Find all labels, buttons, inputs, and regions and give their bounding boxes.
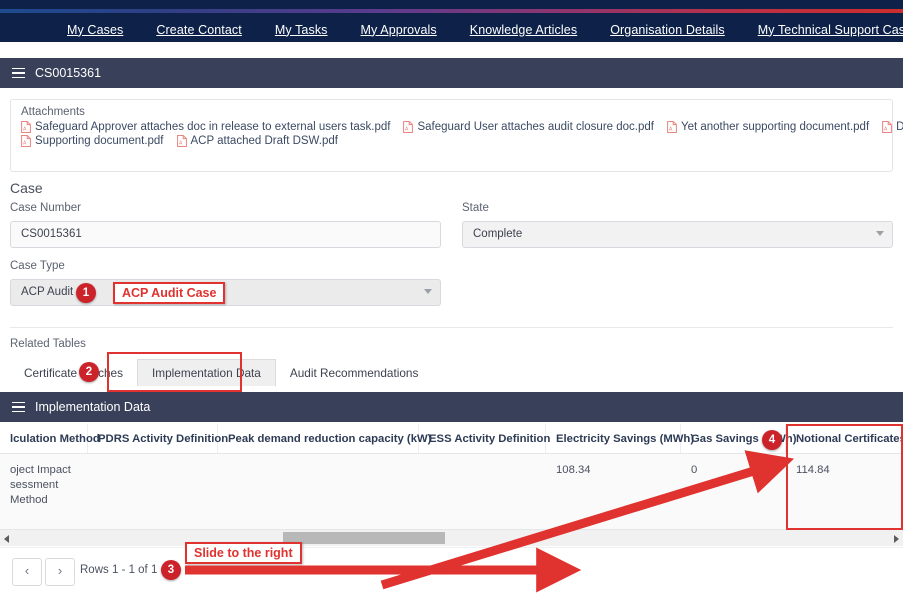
nav-link-my-cases[interactable]: My Cases bbox=[67, 23, 123, 37]
cell-electricity-savings: 108.34 bbox=[556, 464, 591, 476]
annotation-callout-slide: Slide to the right bbox=[185, 542, 302, 564]
chevron-left-icon: ‹ bbox=[24, 563, 30, 578]
next-page-button[interactable]: › bbox=[45, 558, 75, 586]
case-type-label: Case Type bbox=[10, 260, 65, 272]
annotation-badge-4: 4 bbox=[762, 430, 782, 450]
attachment-name: ACP attached Draft DSW.pdf bbox=[190, 135, 338, 147]
attachments-row-2: A Supporting document.pdf A ACP attached… bbox=[21, 135, 882, 147]
attachment-link[interactable]: A Safeguard Approver attaches doc in rel… bbox=[21, 121, 390, 133]
scrollbar-thumb[interactable] bbox=[283, 532, 445, 544]
attachment-name: Yet another supporting document.pdf bbox=[680, 121, 870, 133]
cell-gas-savings: 0 bbox=[691, 464, 698, 476]
chevron-right-icon: › bbox=[57, 563, 63, 578]
hamburger-icon[interactable] bbox=[12, 67, 25, 79]
record-header-bar: CS0015361 bbox=[0, 58, 903, 88]
nav-link-my-approvals[interactable]: My Approvals bbox=[361, 23, 437, 37]
column-header-notional-certificates[interactable]: Notional Certificates bbox=[786, 424, 903, 453]
state-value: Complete bbox=[473, 228, 523, 240]
tab-certificate-batches[interactable]: Certificate Batches bbox=[10, 360, 137, 386]
chevron-down-icon bbox=[876, 231, 884, 236]
implementation-data-header-bar: Implementation Data bbox=[0, 392, 903, 422]
rows-count-label: Rows 1 - 1 of 1 bbox=[80, 564, 158, 576]
attachments-panel: Attachments A Safeguard Approver attache… bbox=[10, 99, 903, 172]
cell-peak-demand-reduction-capacity bbox=[218, 454, 419, 529]
pdf-file-icon: A bbox=[176, 135, 187, 147]
case-type-select[interactable]: ACP Audit bbox=[10, 279, 441, 306]
nav-link-organisation-details[interactable]: Organisation Details bbox=[610, 23, 725, 37]
hamburger-icon[interactable] bbox=[12, 401, 25, 413]
column-header-electricity-savings[interactable]: Electricity Savings (MWh) bbox=[546, 424, 694, 453]
state-select[interactable]: Complete bbox=[462, 221, 893, 248]
cell-calculation-method: oject Impact sessment Method bbox=[10, 464, 71, 506]
column-header-calculation-method[interactable]: lculation Method bbox=[0, 424, 100, 453]
pdf-file-icon: A bbox=[21, 135, 31, 147]
pdf-file-icon: A bbox=[403, 121, 414, 133]
cell-ess-activity-definition bbox=[419, 454, 546, 529]
annotation-callout-case-type: ACP Audit Case bbox=[113, 282, 226, 304]
case-number-input[interactable]: CS0015361 bbox=[10, 221, 441, 248]
horizontal-scrollbar[interactable] bbox=[0, 529, 903, 546]
related-tables-tabs: Certificate Batches Implementation Data … bbox=[10, 359, 433, 386]
cell-notional-certificates: 114.84 bbox=[796, 464, 830, 476]
nav-link-create-contact[interactable]: Create Contact bbox=[156, 23, 241, 37]
column-header-ess-activity-definition[interactable]: ESS Activity Definition bbox=[419, 424, 550, 453]
attachment-link[interactable]: A Deed Poll.pdf bbox=[882, 121, 903, 133]
tab-audit-recommendations[interactable]: Audit Recommendations bbox=[276, 360, 433, 386]
page-title: Case bbox=[10, 180, 43, 196]
scroll-left-arrow-icon[interactable] bbox=[4, 535, 9, 543]
attachment-link[interactable]: A Yet another supporting document.pdf bbox=[667, 121, 869, 133]
column-header-peak-demand-reduction-capacity[interactable]: Peak demand reduction capacity (kW) bbox=[218, 424, 431, 453]
column-header-pdrs-activity-definition[interactable]: PDRS Activity Definition bbox=[88, 424, 228, 453]
attachments-row-1: A Safeguard Approver attaches doc in rel… bbox=[21, 121, 903, 133]
annotation-badge-1: 1 bbox=[76, 283, 96, 303]
attachment-name: Deed Poll.pdf bbox=[896, 121, 903, 133]
cell-pdrs-activity-definition bbox=[88, 454, 218, 529]
scroll-right-arrow-icon[interactable] bbox=[894, 535, 899, 543]
nav-bottom-edge bbox=[0, 42, 903, 46]
attachment-link[interactable]: A Supporting document.pdf bbox=[21, 135, 164, 147]
related-tables-label: Related Tables bbox=[10, 338, 86, 350]
attachment-name: Safeguard User attaches audit closure do… bbox=[417, 121, 654, 133]
nav-link-my-technical-support-cases[interactable]: My Technical Support Cases bbox=[758, 23, 903, 37]
annotation-badge-2: 2 bbox=[79, 362, 99, 382]
case-number-label: Case Number bbox=[10, 202, 81, 214]
nav-link-knowledge-articles[interactable]: Knowledge Articles bbox=[470, 23, 577, 37]
attachment-link[interactable]: A Safeguard User attaches audit closure … bbox=[403, 121, 654, 133]
chevron-down-icon bbox=[424, 289, 432, 294]
state-label: State bbox=[462, 202, 489, 214]
record-title: CS0015361 bbox=[35, 66, 102, 80]
top-navigation-bar: My Cases Create Contact My Tasks My Appr… bbox=[0, 0, 903, 46]
tab-implementation-data[interactable]: Implementation Data bbox=[137, 359, 276, 386]
pdf-file-icon: A bbox=[882, 121, 893, 133]
attachments-label: Attachments bbox=[21, 106, 85, 118]
nav-link-my-tasks[interactable]: My Tasks bbox=[275, 23, 328, 37]
implementation-data-title: Implementation Data bbox=[35, 400, 151, 414]
attachment-link[interactable]: A ACP attached Draft DSW.pdf bbox=[176, 135, 338, 147]
previous-page-button[interactable]: ‹ bbox=[12, 558, 42, 586]
pdf-file-icon: A bbox=[21, 121, 31, 133]
section-divider bbox=[10, 327, 893, 328]
pdf-file-icon: A bbox=[667, 121, 677, 133]
table-row[interactable]: oject Impact sessment Method 108.34 0 11… bbox=[0, 454, 903, 529]
attachment-name: Safeguard Approver attaches doc in relea… bbox=[35, 121, 391, 133]
attachment-name: Supporting document.pdf bbox=[35, 135, 164, 147]
case-type-value: ACP Audit bbox=[21, 286, 74, 298]
table-pager: ‹ › Rows 1 - 1 of 1 bbox=[0, 547, 903, 595]
annotation-badge-3: 3 bbox=[161, 560, 181, 580]
